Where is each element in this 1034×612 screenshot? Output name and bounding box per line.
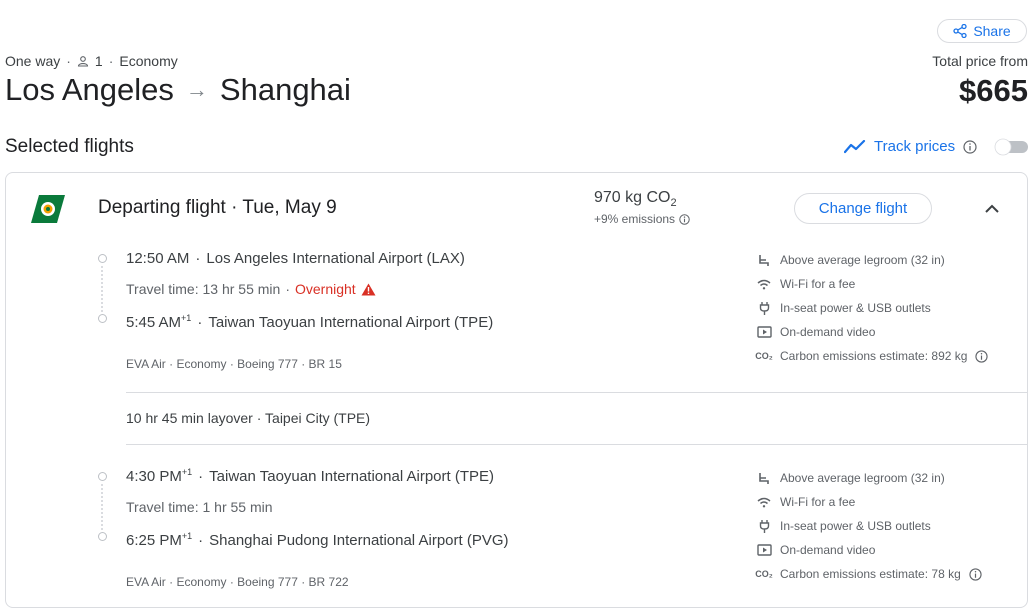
- track-prices-toggle[interactable]: [994, 138, 1028, 156]
- departure-time: 4:30 PM+1: [126, 467, 193, 485]
- arrival-time: 6:25 PM+1: [126, 531, 193, 549]
- timeline-connector: [101, 484, 103, 530]
- departure-airport: Los Angeles International Airport (LAX): [206, 249, 465, 267]
- chevron-up-icon[interactable]: [983, 200, 1001, 218]
- segment-2-travel-time: Travel time: 1 hr 55 min: [126, 499, 273, 515]
- co2-icon: CO₂: [755, 569, 773, 579]
- arrival-airport: Shanghai Pudong International Airport (P…: [209, 531, 509, 549]
- segment-1-arrival: 5:45 AM+1 · Taiwan Taoyuan International…: [126, 313, 494, 331]
- layover-info: 10 hr 45 min layover · Taipei City (TPE): [126, 410, 371, 426]
- trend-icon: [844, 139, 866, 153]
- amenity-power: In-seat power & USB outlets: [756, 296, 988, 320]
- share-button[interactable]: Share: [937, 19, 1027, 43]
- passenger-count: 1: [94, 53, 103, 69]
- segment-2-arrival: 6:25 PM+1 · Shanghai Pudong Internationa…: [126, 531, 509, 549]
- co2-icon: CO₂: [755, 351, 773, 361]
- amenity-legroom: Above average legroom (32 in): [756, 466, 982, 490]
- seat-icon: [758, 254, 769, 266]
- arrival-airport: Taiwan Taoyuan International Airport (TP…: [208, 313, 494, 331]
- share-icon: [953, 24, 967, 38]
- timeline-connector: [101, 266, 103, 312]
- trip-type: One way: [5, 53, 61, 69]
- eva-air-logo: [31, 195, 65, 223]
- departure-time: 12:50 AM: [126, 250, 190, 267]
- total-price: $665: [959, 73, 1028, 108]
- track-prices: Track prices: [844, 138, 977, 155]
- segment-2-amenities: Above average legroom (32 in) Wi-Fi for …: [755, 466, 982, 586]
- selected-flights-heading: Selected flights: [5, 136, 134, 157]
- divider: [126, 444, 1028, 445]
- timeline-dot-arrival: [98, 314, 107, 323]
- departing-label: Departing flight: [98, 197, 226, 218]
- segment-1-info: EVA Air · Economy · Boeing 777 · BR 15: [126, 357, 342, 371]
- arrow-right-icon: →: [185, 77, 208, 102]
- person-icon: [77, 56, 88, 67]
- info-icon[interactable]: [969, 567, 982, 581]
- wifi-icon: [757, 497, 771, 507]
- amenity-co2: CO₂ Carbon emissions estimate: 892 kg: [755, 344, 989, 368]
- change-flight-button[interactable]: Change flight: [794, 193, 932, 224]
- emissions-diff: +9% emissions: [594, 212, 690, 226]
- timeline-dot-departure: [98, 472, 107, 481]
- overnight-label: Overnight: [295, 281, 356, 297]
- origin-city: Los Angeles: [5, 72, 174, 107]
- amenity-wifi: Wi-Fi for a fee: [756, 490, 982, 514]
- track-prices-label: Track prices: [874, 138, 956, 155]
- segment-2-info: EVA Air · Economy · Boeing 777 · BR 722: [126, 575, 349, 589]
- info-icon[interactable]: [963, 139, 977, 154]
- amenity-power: In-seat power & USB outlets: [756, 514, 982, 538]
- plug-icon: [759, 301, 769, 315]
- route-title: Los Angeles → Shanghai: [5, 72, 351, 108]
- amenity-legroom: Above average legroom (32 in): [756, 248, 988, 272]
- amenity-video: On-demand video: [756, 538, 982, 562]
- video-icon: [756, 544, 772, 556]
- plug-icon: [759, 519, 769, 533]
- trip-meta: One way · 1 · Economy: [5, 53, 178, 69]
- info-icon[interactable]: [975, 349, 989, 363]
- timeline-dot-departure: [98, 254, 107, 263]
- divider: [126, 392, 1028, 393]
- price-label: Total price from: [932, 53, 1028, 69]
- departure-airport: Taiwan Taoyuan International Airport (TP…: [209, 467, 495, 485]
- departing-date: Tue, May 9: [242, 197, 337, 218]
- segment-1-amenities: Above average legroom (32 in) Wi-Fi for …: [755, 248, 989, 368]
- amenity-wifi: Wi-Fi for a fee: [756, 272, 988, 296]
- co2-total: 970 kg CO2: [594, 189, 677, 209]
- destination-city: Shanghai: [219, 72, 351, 107]
- amenity-video: On-demand video: [756, 320, 988, 344]
- cabin-class: Economy: [119, 53, 178, 69]
- emissions-label: +9% emissions: [594, 212, 676, 226]
- wifi-icon: [757, 279, 771, 289]
- info-icon[interactable]: [679, 213, 690, 225]
- co2-value: 970 kg CO: [594, 189, 671, 206]
- video-icon: [756, 326, 772, 338]
- departing-flight-title: Departing flight · Tue, May 9: [98, 197, 337, 218]
- segment-2-departure: 4:30 PM+1 · Taiwan Taoyuan International…: [126, 467, 495, 485]
- amenity-co2: CO₂ Carbon emissions estimate: 78 kg: [755, 562, 982, 586]
- timeline-dot-arrival: [98, 532, 107, 541]
- segment-1-departure: 12:50 AM · Los Angeles International Air…: [126, 249, 465, 268]
- share-label: Share: [973, 23, 1011, 39]
- warning-icon: [361, 283, 376, 295]
- seat-icon: [758, 472, 769, 484]
- co2-subscript: 2: [670, 197, 677, 210]
- arrival-time: 5:45 AM+1: [126, 313, 192, 331]
- segment-1-travel-time: Travel time: 13 hr 55 min · Overnight: [126, 281, 376, 297]
